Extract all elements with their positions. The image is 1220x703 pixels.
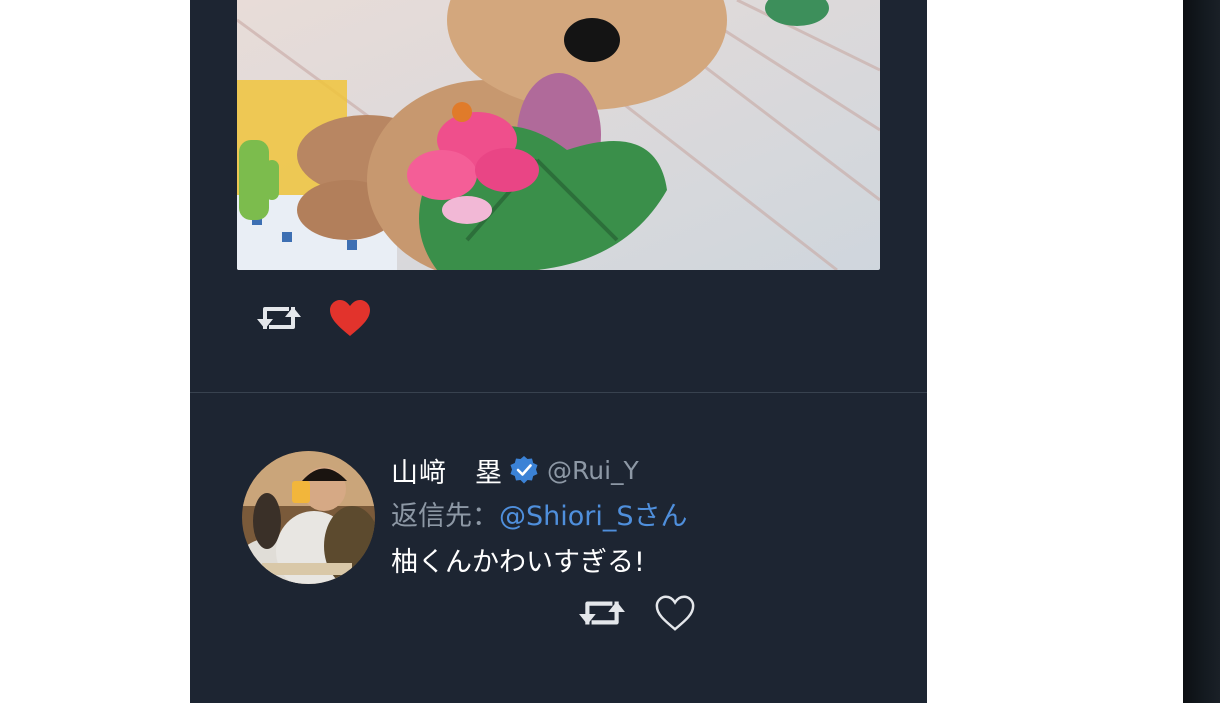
retweet-icon[interactable] [256,299,302,337]
reply-actions [578,592,696,634]
heart-filled-icon[interactable] [328,298,372,338]
tweet-media-image[interactable] [237,0,880,270]
tweet-actions [256,298,372,338]
tweet-thread-panel: 山﨑 塁 @Rui_Y 返信先：@Shiori_Sさん 柚くんかわいすぎる! [190,0,927,703]
retweet-icon[interactable] [578,593,626,633]
user-handle[interactable]: @Rui_Y [547,456,639,485]
tweet-divider [190,392,927,393]
verified-badge-icon [509,455,539,485]
reply-to-prefix: 返信先： [391,501,499,532]
reply-header: 山﨑 塁 @Rui_Y [391,450,891,490]
reply-tweet: 山﨑 塁 @Rui_Y 返信先：@Shiori_Sさん 柚くんかわいすぎる! [391,450,891,580]
tweet-text: 柚くんかわいすぎる! [391,547,645,578]
avatar[interactable] [242,451,375,584]
right-edge-bar [1183,0,1220,703]
reply-to-line: 返信先：@Shiori_Sさん [391,494,891,534]
reply-mention-link[interactable]: @Shiori_Sさん [499,501,688,532]
dog-photo [237,0,880,270]
heart-outline-icon[interactable] [654,593,696,633]
display-name[interactable]: 山﨑 塁 [391,451,503,490]
